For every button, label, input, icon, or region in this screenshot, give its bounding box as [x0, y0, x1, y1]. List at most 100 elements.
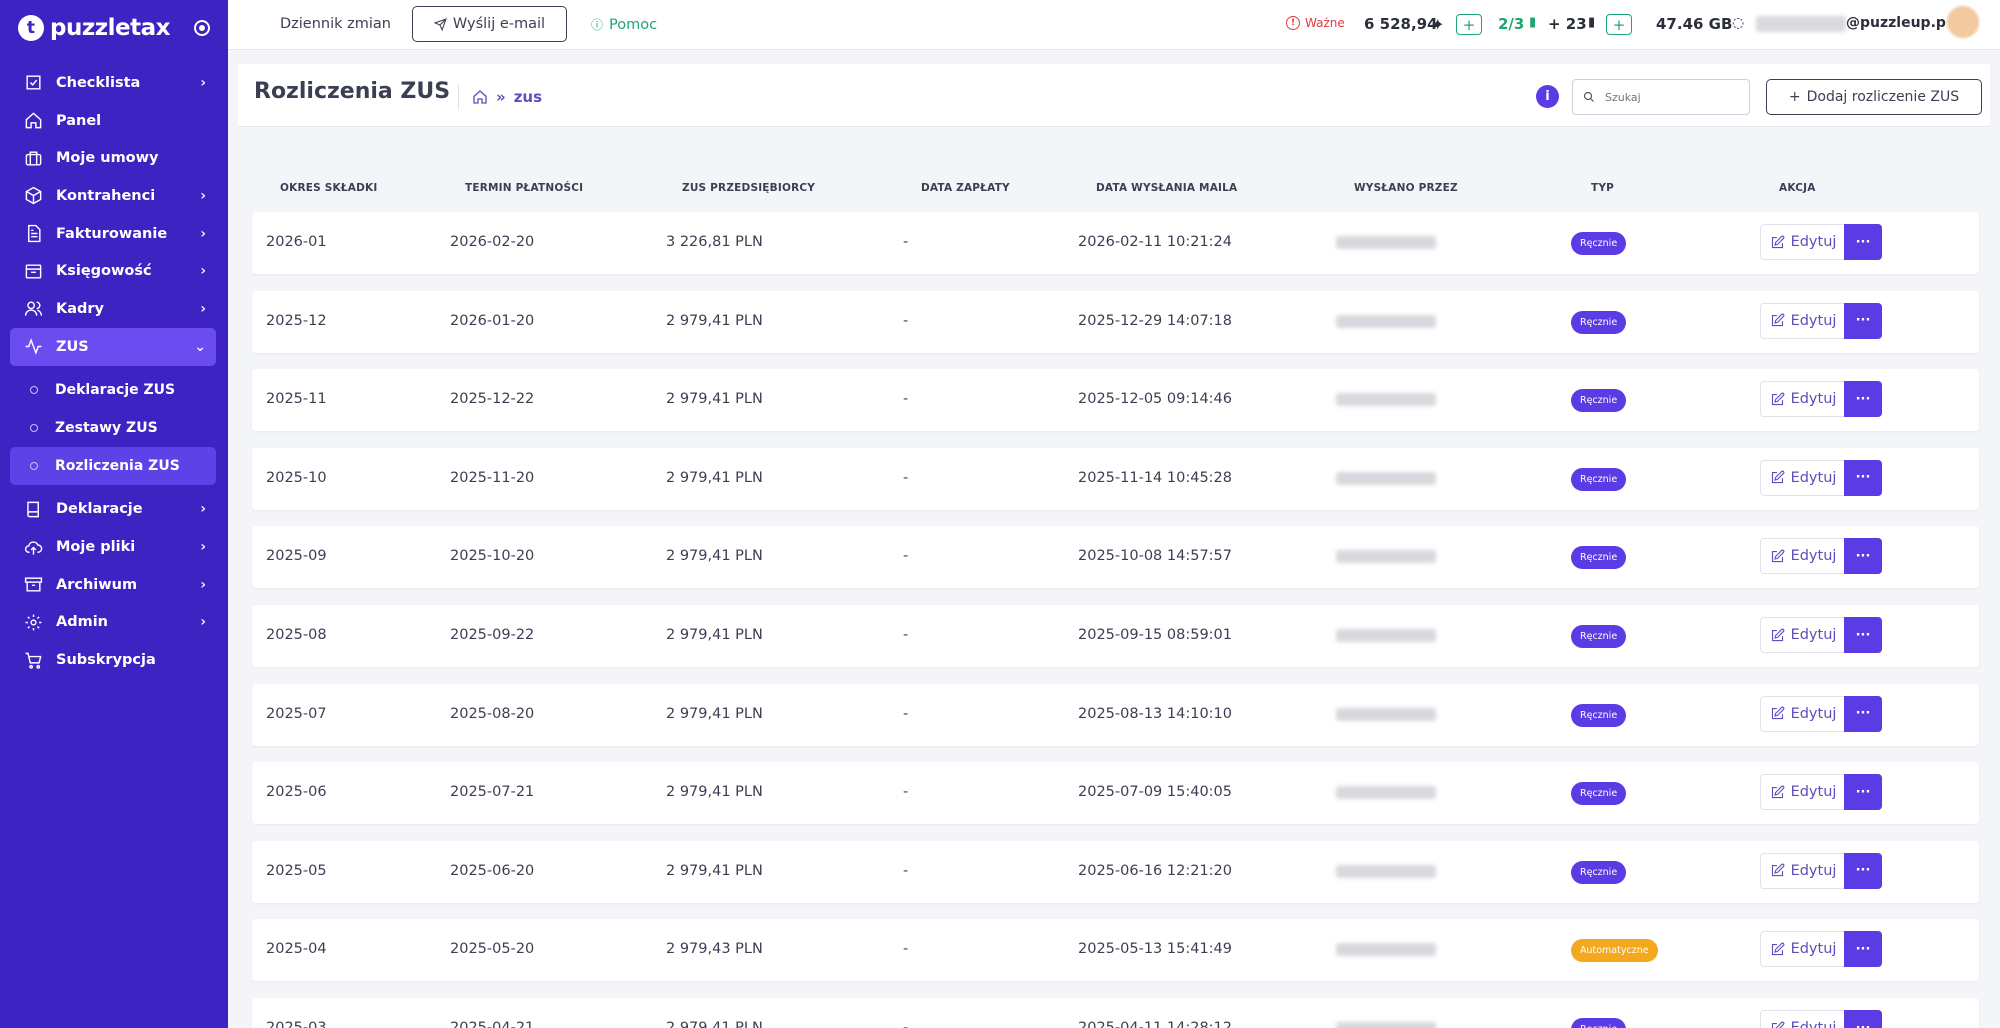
info-icon[interactable]: i — [1536, 85, 1559, 108]
sidebar-item-deklaracje[interactable]: Deklaracje › — [0, 491, 228, 529]
sidebar-item-zus[interactable]: ZUS ⌄ — [10, 327, 216, 366]
sidebar-subitem-label: Deklaracje ZUS — [55, 382, 176, 399]
table-row[interactable]: 2025-06 2025-07-21 2 979,41 PLN - 2025-07-09… — [252, 762, 1979, 825]
edit-button[interactable]: Edytuj — [1760, 459, 1846, 496]
edit-label: Edytuj — [1790, 312, 1837, 329]
more-icon: ··· — [1855, 784, 1871, 800]
edit-button[interactable]: Edytuj — [1760, 852, 1846, 889]
user-name-redacted — [1756, 16, 1846, 32]
target-icon[interactable] — [194, 20, 210, 36]
edit-label: Edytuj — [1790, 784, 1837, 801]
table-row[interactable]: 2025-10 2025-11-20 2 979,41 PLN - 2025-11-14… — [252, 447, 1979, 510]
more-icon: ··· — [1855, 234, 1871, 250]
sidebar-subitem-deklaracje-zus[interactable]: Deklaracje ZUS — [0, 372, 228, 410]
home-icon — [23, 111, 43, 131]
sidebar-item-panel[interactable]: Panel — [0, 102, 228, 140]
sidebar: t puzzletax Checklista › Panel Moje umowy Ko… — [0, 0, 228, 1028]
due-date-cell: 2025-05-20 — [450, 941, 535, 958]
edit-button[interactable]: Edytuj — [1760, 381, 1846, 418]
sent-date-cell: 2025-10-08 14:57:57 — [1078, 548, 1232, 565]
top-bar: Dziennik zmian Wyślij e-mail ⓘ Pomoc ! W… — [228, 0, 2000, 50]
chevron-right-icon: › — [200, 614, 206, 631]
table-row[interactable]: 2026-01 2026-02-20 3 226,81 PLN - 2026-02-11… — [252, 212, 1979, 274]
add-docs-button[interactable]: + — [1606, 14, 1632, 35]
breadcrumb-separator: » — [496, 88, 506, 106]
more-actions-button[interactable]: ··· — [1844, 538, 1882, 575]
send-email-button[interactable]: Wyślij e-mail — [412, 6, 567, 42]
sidebar-item-subskrypcja[interactable]: Subskrypcja — [0, 641, 228, 679]
edit-button[interactable]: Edytuj — [1760, 302, 1846, 339]
table-row[interactable]: 2025-04 2025-05-20 2 979,43 PLN - 2025-05-13… — [252, 919, 1979, 982]
more-icon: ··· — [1855, 1020, 1871, 1028]
home-icon[interactable] — [472, 89, 488, 105]
period-cell: 2025-05 — [266, 862, 327, 879]
page-title: Rozliczenia ZUS — [254, 79, 451, 104]
sidebar-item-kontrahenci[interactable]: Kontrahenci › — [0, 177, 228, 215]
chevron-right-icon: › — [200, 300, 206, 317]
more-actions-button[interactable]: ··· — [1844, 224, 1882, 260]
sidebar-item-moje-pliki[interactable]: Moje pliki › — [0, 528, 228, 566]
period-cell: 2025-04 — [266, 941, 327, 958]
more-actions-button[interactable]: ··· — [1844, 617, 1882, 653]
table-row[interactable]: 2025-11 2025-12-22 2 979,41 PLN - 2025-12-05… — [252, 369, 1979, 432]
avatar[interactable] — [1946, 5, 1980, 39]
search-input[interactable] — [1605, 90, 1725, 104]
sidebar-item-checklista[interactable]: Checklista › — [0, 64, 228, 102]
type-badge: Ręcznie — [1571, 310, 1627, 334]
sidebar-item-ksiegowosc[interactable]: Księgowość › — [0, 252, 228, 290]
column-header: ZUS PRZEDSIĘBIORCY — [682, 182, 816, 194]
more-actions-button[interactable]: ··· — [1844, 931, 1882, 968]
more-actions-button[interactable]: ··· — [1844, 459, 1882, 496]
more-actions-button[interactable]: ··· — [1844, 302, 1882, 339]
edit-button[interactable]: Edytuj — [1760, 695, 1846, 732]
sidebar-item-moje-umowy[interactable]: Moje umowy — [0, 139, 228, 177]
sent-date-cell: 2025-12-29 14:07:18 — [1078, 312, 1232, 329]
breadcrumb-current[interactable]: zus — [514, 88, 542, 106]
chevron-right-icon: › — [200, 225, 206, 242]
edit-button[interactable]: Edytuj — [1760, 617, 1846, 653]
sidebar-item-label: Deklaracje — [56, 501, 143, 518]
points-value: 6 528,94 — [1364, 15, 1438, 33]
important-alert[interactable]: ! Ważne — [1286, 16, 1345, 30]
brand-logo[interactable]: t puzzletax — [18, 12, 170, 44]
add-points-button[interactable]: + — [1456, 14, 1482, 35]
edit-button[interactable]: Edytuj — [1760, 1010, 1846, 1028]
archive-icon — [23, 261, 43, 281]
sidebar-item-label: Fakturowanie — [56, 225, 168, 242]
add-settlement-button[interactable]: + Dodaj rozliczenie ZUS — [1766, 79, 1982, 115]
more-actions-button[interactable]: ··· — [1844, 381, 1882, 418]
more-actions-button[interactable]: ··· — [1844, 695, 1882, 732]
more-actions-button[interactable]: ··· — [1844, 774, 1882, 811]
upload-cloud-icon — [23, 537, 43, 557]
sidebar-subitem-rozliczenia-zus[interactable]: Rozliczenia ZUS — [10, 446, 216, 485]
sidebar-item-fakturowanie[interactable]: Fakturowanie › — [0, 215, 228, 253]
sidebar-item-admin[interactable]: Admin › — [0, 604, 228, 642]
sidebar-item-kadry[interactable]: Kadry › — [0, 290, 228, 328]
table-row[interactable]: 2025-07 2025-08-20 2 979,41 PLN - 2025-08-13… — [252, 683, 1979, 746]
edit-button[interactable]: Edytuj — [1760, 538, 1846, 575]
table-row[interactable]: 2025-05 2025-06-20 2 979,41 PLN - 2025-06-16… — [252, 840, 1979, 903]
changelog-link[interactable]: Dziennik zmian — [280, 16, 391, 32]
help-icon: ⓘ — [591, 18, 604, 32]
table-row[interactable]: 2025-08 2025-09-22 2 979,41 PLN - 2025-09-15… — [252, 605, 1979, 667]
payment-date-cell: - — [903, 548, 909, 565]
search-box[interactable] — [1572, 79, 1750, 115]
edit-button[interactable]: Edytuj — [1760, 931, 1846, 968]
table-row[interactable]: 2025-03 2025-04-21 2 979,41 PLN - 2025-04-11… — [252, 998, 1979, 1028]
sent-date-cell: 2025-07-09 15:40:05 — [1078, 784, 1232, 801]
table-row[interactable]: 2025-09 2025-10-20 2 979,41 PLN - 2025-10-08… — [252, 526, 1979, 589]
table-row[interactable]: 2025-12 2026-01-20 2 979,41 PLN - 2025-12-29… — [252, 290, 1979, 353]
sidebar-item-archiwum[interactable]: Archiwum › — [0, 566, 228, 604]
user-email[interactable]: @puzzleup.pl — [1846, 15, 1951, 31]
edit-button[interactable]: Edytuj — [1760, 224, 1846, 260]
help-link[interactable]: ⓘ Pomoc — [591, 16, 657, 33]
more-actions-button[interactable]: ··· — [1844, 852, 1882, 889]
sidebar-subitem-zestawy-zus[interactable]: Zestawy ZUS — [0, 409, 228, 447]
document-icon — [23, 224, 43, 244]
send-icon — [433, 17, 447, 31]
edit-button[interactable]: Edytuj — [1760, 774, 1846, 811]
edit-label: Edytuj — [1790, 705, 1837, 722]
more-actions-button[interactable]: ··· — [1844, 1010, 1882, 1028]
page-header: Rozliczenia ZUS » zus i + Dodaj rozlicze… — [238, 64, 1990, 127]
amount-cell: 2 979,41 PLN — [666, 391, 763, 408]
